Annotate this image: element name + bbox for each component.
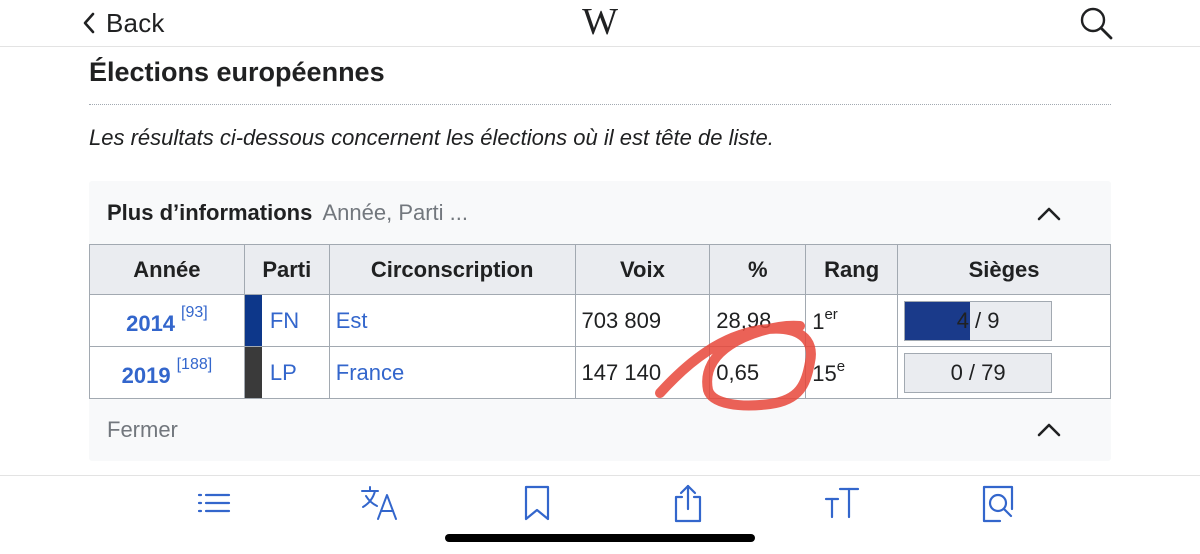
year-link[interactable]: 2014 bbox=[126, 311, 175, 336]
home-indicator bbox=[445, 534, 755, 542]
year-cell: 2014 [93] bbox=[89, 294, 245, 347]
contents-icon[interactable] bbox=[195, 483, 235, 523]
collapsible-table-box: Plus d’informations Année, Parti ... Ann… bbox=[89, 181, 1111, 461]
rank-cell: 15e bbox=[805, 346, 899, 399]
collapsible-header-summary: Année, Parti ... bbox=[322, 200, 469, 225]
rank-value: 15 bbox=[812, 361, 837, 386]
rank-suffix: er bbox=[824, 306, 838, 323]
find-in-page-icon[interactable] bbox=[978, 483, 1018, 523]
section-intro: Les résultats ci-dessous concernent les … bbox=[89, 125, 774, 150]
party-color-swatch bbox=[244, 295, 262, 346]
party-link[interactable]: FN bbox=[270, 308, 299, 334]
seats-bar: 0 / 79 bbox=[904, 352, 1053, 393]
column-header[interactable]: Voix bbox=[574, 244, 711, 295]
seats-text: 4 / 9 bbox=[956, 307, 1000, 333]
column-header[interactable]: Sièges bbox=[897, 244, 1111, 295]
results-table: Année Parti Circonscription Voix % Rang … bbox=[89, 244, 1111, 399]
language-icon[interactable] bbox=[360, 483, 400, 523]
table-row: 2014 [93] FN Est 703 809 28,98 1er 4 / 9 bbox=[89, 294, 1111, 347]
column-header[interactable]: Circonscription bbox=[328, 244, 576, 295]
year-cell: 2019 [188] bbox=[89, 346, 245, 399]
chevron-up-icon[interactable] bbox=[1036, 205, 1062, 223]
share-icon[interactable] bbox=[668, 483, 708, 523]
collapsible-header-title: Plus d’informations bbox=[107, 200, 313, 225]
reference-link[interactable]: [93] bbox=[181, 304, 208, 321]
bookmark-icon[interactable] bbox=[517, 483, 557, 523]
table-header-row: Année Parti Circonscription Voix % Rang … bbox=[89, 244, 1111, 295]
column-header[interactable]: Rang bbox=[805, 244, 899, 295]
party-color-swatch bbox=[244, 347, 262, 398]
section-divider bbox=[89, 104, 1111, 105]
seats-cell: 0 / 79 bbox=[897, 346, 1111, 399]
chevron-left-icon bbox=[83, 12, 95, 34]
seats-text: 0 / 79 bbox=[950, 359, 1006, 385]
chevron-up-icon[interactable] bbox=[1036, 421, 1062, 439]
party-cell: LP bbox=[243, 346, 330, 399]
wikipedia-logo[interactable]: W bbox=[578, 2, 622, 42]
percent-cell: 0,65 bbox=[709, 346, 807, 399]
close-collapsible-link[interactable]: Fermer bbox=[107, 417, 178, 443]
year-link[interactable]: 2019 bbox=[122, 363, 171, 388]
back-label: Back bbox=[106, 7, 165, 38]
rank-cell: 1er bbox=[805, 294, 899, 347]
party-cell: FN bbox=[243, 294, 330, 347]
votes-cell: 703 809 bbox=[574, 294, 711, 347]
column-header[interactable]: Année bbox=[89, 244, 245, 295]
bottom-toolbar bbox=[0, 475, 1200, 554]
text-size-icon[interactable] bbox=[822, 483, 862, 523]
rank-suffix: e bbox=[836, 358, 846, 375]
votes-cell: 147 140 bbox=[574, 346, 711, 399]
table-row: 2019 [188] LP France 147 140 0,65 15e 0 /… bbox=[89, 346, 1111, 399]
search-icon[interactable] bbox=[1078, 5, 1116, 43]
collapsible-header[interactable]: Plus d’informations Année, Parti ... bbox=[107, 200, 468, 226]
top-bar: Back W bbox=[0, 0, 1200, 47]
seats-bar: 4 / 9 bbox=[904, 300, 1053, 341]
percent-cell: 28,98 bbox=[709, 294, 807, 347]
party-link[interactable]: LP bbox=[270, 360, 297, 386]
reference-link[interactable]: [188] bbox=[177, 356, 213, 373]
column-header[interactable]: % bbox=[709, 244, 807, 295]
circonscription-link[interactable]: France bbox=[328, 346, 576, 399]
rank-value: 1 bbox=[812, 309, 825, 334]
back-button[interactable]: Back bbox=[76, 8, 165, 38]
seats-cell: 4 / 9 bbox=[897, 294, 1111, 347]
circonscription-link[interactable]: Est bbox=[328, 294, 576, 347]
column-header[interactable]: Parti bbox=[243, 244, 330, 295]
section-title: Élections européennes bbox=[89, 57, 385, 87]
